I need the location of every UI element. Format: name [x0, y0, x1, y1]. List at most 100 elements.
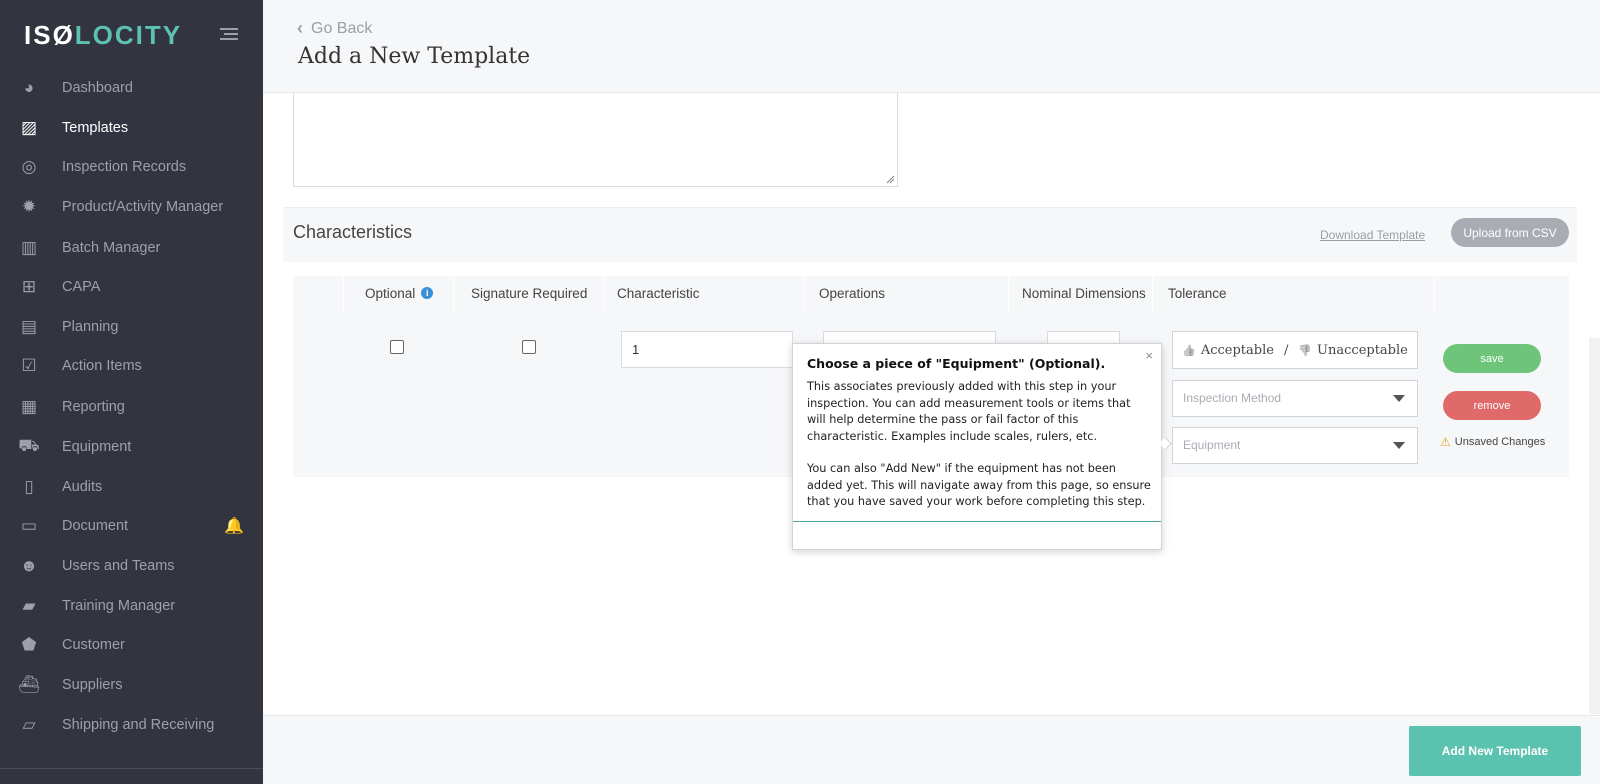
sidebar-item-label: Batch Manager [62, 240, 161, 256]
save-button[interactable]: save [1443, 344, 1541, 373]
column-characteristic: Characteristic [617, 286, 700, 301]
column-divider [603, 276, 604, 312]
description-textarea[interactable] [293, 93, 898, 187]
sidebar-item-label: Suppliers [62, 677, 123, 693]
column-divider [803, 276, 804, 312]
sidebar-item-label: Planning [62, 319, 119, 335]
sidebar-item-dashboard[interactable]: ◕ Dashboard [0, 72, 263, 104]
column-optional: Optional i [365, 286, 434, 301]
resize-handle-icon[interactable] [885, 174, 895, 184]
page-title: Add a New Template [298, 44, 531, 69]
tag-icon: ⬟ [21, 635, 37, 654]
scrollbar[interactable] [1589, 338, 1600, 714]
section-title: Characteristics [293, 222, 413, 242]
sidebar-item-customer[interactable]: ⬟ Customer [0, 629, 263, 661]
sidebar-item-suppliers[interactable]: ⛴ Suppliers [0, 669, 263, 701]
dashboard-icon: ◕ [23, 78, 35, 97]
target-icon: ◎ [21, 157, 37, 176]
sidebar-item-label: CAPA [62, 279, 101, 295]
equipment-help-popover: × Choose a piece of "Equipment" (Optiona… [792, 343, 1172, 550]
folder-icon: ▭ [20, 516, 38, 535]
sidebar-item-label: Equipment [62, 439, 132, 455]
report-icon: ▦ [20, 397, 38, 416]
sidebar-item-training-manager[interactable]: ▰ Training Manager [0, 590, 263, 622]
sidebar-item-label: Templates [62, 120, 129, 136]
unsaved-label: Unsaved Changes [1454, 436, 1546, 448]
download-template-link[interactable]: Download Template [1320, 228, 1425, 242]
sidebar-item-label: Shipping and Receiving [62, 717, 215, 733]
file-icon: ▯ [24, 477, 34, 496]
warning-icon: ⚠ [1440, 435, 1451, 449]
checkbox-icon: ☑ [21, 356, 37, 375]
table-header: Optional i Signature Required Characteris… [293, 276, 1569, 312]
sidebar-item-label: Training Manager [62, 598, 176, 614]
sidebar: ISØLOCITY ◕ Dashboard ▨ Templates ◎ Inspectio… [0, 0, 263, 784]
users-icon: ☻ [20, 556, 38, 575]
page-header: ‹ Go Back Add a New Template [263, 0, 1600, 93]
sidebar-item-inspection-records[interactable]: ◎ Inspection Records [0, 151, 263, 183]
go-back-link[interactable]: ‹ Go Back [297, 18, 372, 39]
column-operations: Operations [819, 286, 886, 301]
popover-paragraph: You can also "Add New" if the equipment … [807, 462, 1151, 508]
menu-toggle-icon[interactable] [220, 28, 238, 42]
sidebar-item-equipment[interactable]: ⛟ Equipment [0, 431, 263, 463]
close-icon[interactable]: × [1145, 348, 1153, 363]
equipment-placeholder: Equipment [1183, 438, 1241, 452]
sidebar-item-label: Dashboard [62, 80, 133, 96]
ship-icon: ⛴ [18, 675, 40, 694]
chevron-left-icon: ‹ [297, 18, 303, 38]
sidebar-item-label: Product/Activity Manager [62, 199, 224, 215]
logo[interactable]: ISØLOCITY [24, 20, 182, 51]
sidebar-item-label: Document [62, 518, 129, 534]
divider [793, 521, 1161, 522]
add-new-template-button[interactable]: Add New Template [1409, 726, 1581, 776]
column-divider [1008, 276, 1009, 312]
column-signature: Signature Required [471, 286, 588, 301]
sidebar-item-capa[interactable]: ⊞ CAPA [0, 271, 263, 303]
sidebar-item-product-activity-manager[interactable]: ✹ Product/Activity Manager [0, 191, 263, 223]
characteristic-input[interactable]: 1 [621, 331, 793, 368]
sidebar-item-label: Action Items [62, 358, 142, 374]
sidebar-item-label: Customer [62, 637, 125, 653]
inspection-method-placeholder: Inspection Method [1183, 391, 1282, 405]
optional-checkbox[interactable] [390, 340, 404, 354]
sidebar-item-users-and-teams[interactable]: ☻ Users and Teams [0, 550, 263, 582]
sidebar-item-label: Audits [62, 479, 103, 495]
equipment-select[interactable]: Equipment [1172, 427, 1418, 464]
book-icon: ▰ [22, 596, 36, 615]
sidebar-item-document[interactable]: ▭ Document 🔔 [0, 510, 263, 542]
column-divider [1434, 276, 1435, 312]
sidebar-item-reporting[interactable]: ▦ Reporting [0, 391, 263, 423]
gear-icon: ✹ [21, 197, 37, 216]
page-footer [263, 715, 1600, 784]
tolerance-toggle[interactable]: 👍 Acceptable / 👎 Unacceptable [1172, 331, 1418, 369]
medkit-icon: ⊞ [21, 277, 37, 296]
separator: / [1283, 342, 1289, 358]
unacceptable-label[interactable]: Unacceptable [1317, 343, 1408, 358]
inbox-icon: ▱ [22, 715, 36, 734]
column-divider [343, 276, 344, 312]
thumbs-down-icon: 👎 [1298, 343, 1313, 357]
popover-title: Choose a piece of "Equipment" (Optional)… [807, 356, 1106, 371]
sidebar-item-batch-manager[interactable]: ▥ Batch Manager [0, 232, 263, 264]
sidebar-item-label: Users and Teams [62, 558, 175, 574]
inspection-method-select[interactable]: Inspection Method [1172, 380, 1418, 417]
sidebar-item-audits[interactable]: ▯ Audits [0, 471, 263, 503]
info-icon[interactable]: i [421, 287, 434, 299]
upload-csv-button[interactable]: Upload from CSV [1451, 218, 1569, 247]
thumbs-up-icon: 👍 [1182, 343, 1196, 357]
caret-down-icon [1393, 395, 1405, 402]
sidebar-item-action-items[interactable]: ☑ Action Items [0, 350, 263, 382]
sidebar-item-templates[interactable]: ▨ Templates [0, 112, 263, 144]
truck-icon: ⛟ [18, 436, 40, 455]
remove-button[interactable]: remove [1443, 391, 1541, 420]
signature-required-checkbox[interactable] [522, 340, 536, 354]
bell-icon[interactable]: 🔔 [224, 516, 244, 536]
sidebar-item-planning[interactable]: ▤ Planning [0, 311, 263, 343]
sidebar-item-shipping-and-receiving[interactable]: ▱ Shipping and Receiving [0, 709, 263, 741]
popover-paragraph: This associates previously added with th… [807, 380, 1131, 443]
column-tolerance: Tolerance [1168, 286, 1227, 301]
characteristics-header: Characteristics Download Template Upload… [283, 207, 1577, 262]
acceptable-label[interactable]: Acceptable [1201, 343, 1274, 358]
column-nominal: Nominal Dimensions [1022, 286, 1146, 301]
